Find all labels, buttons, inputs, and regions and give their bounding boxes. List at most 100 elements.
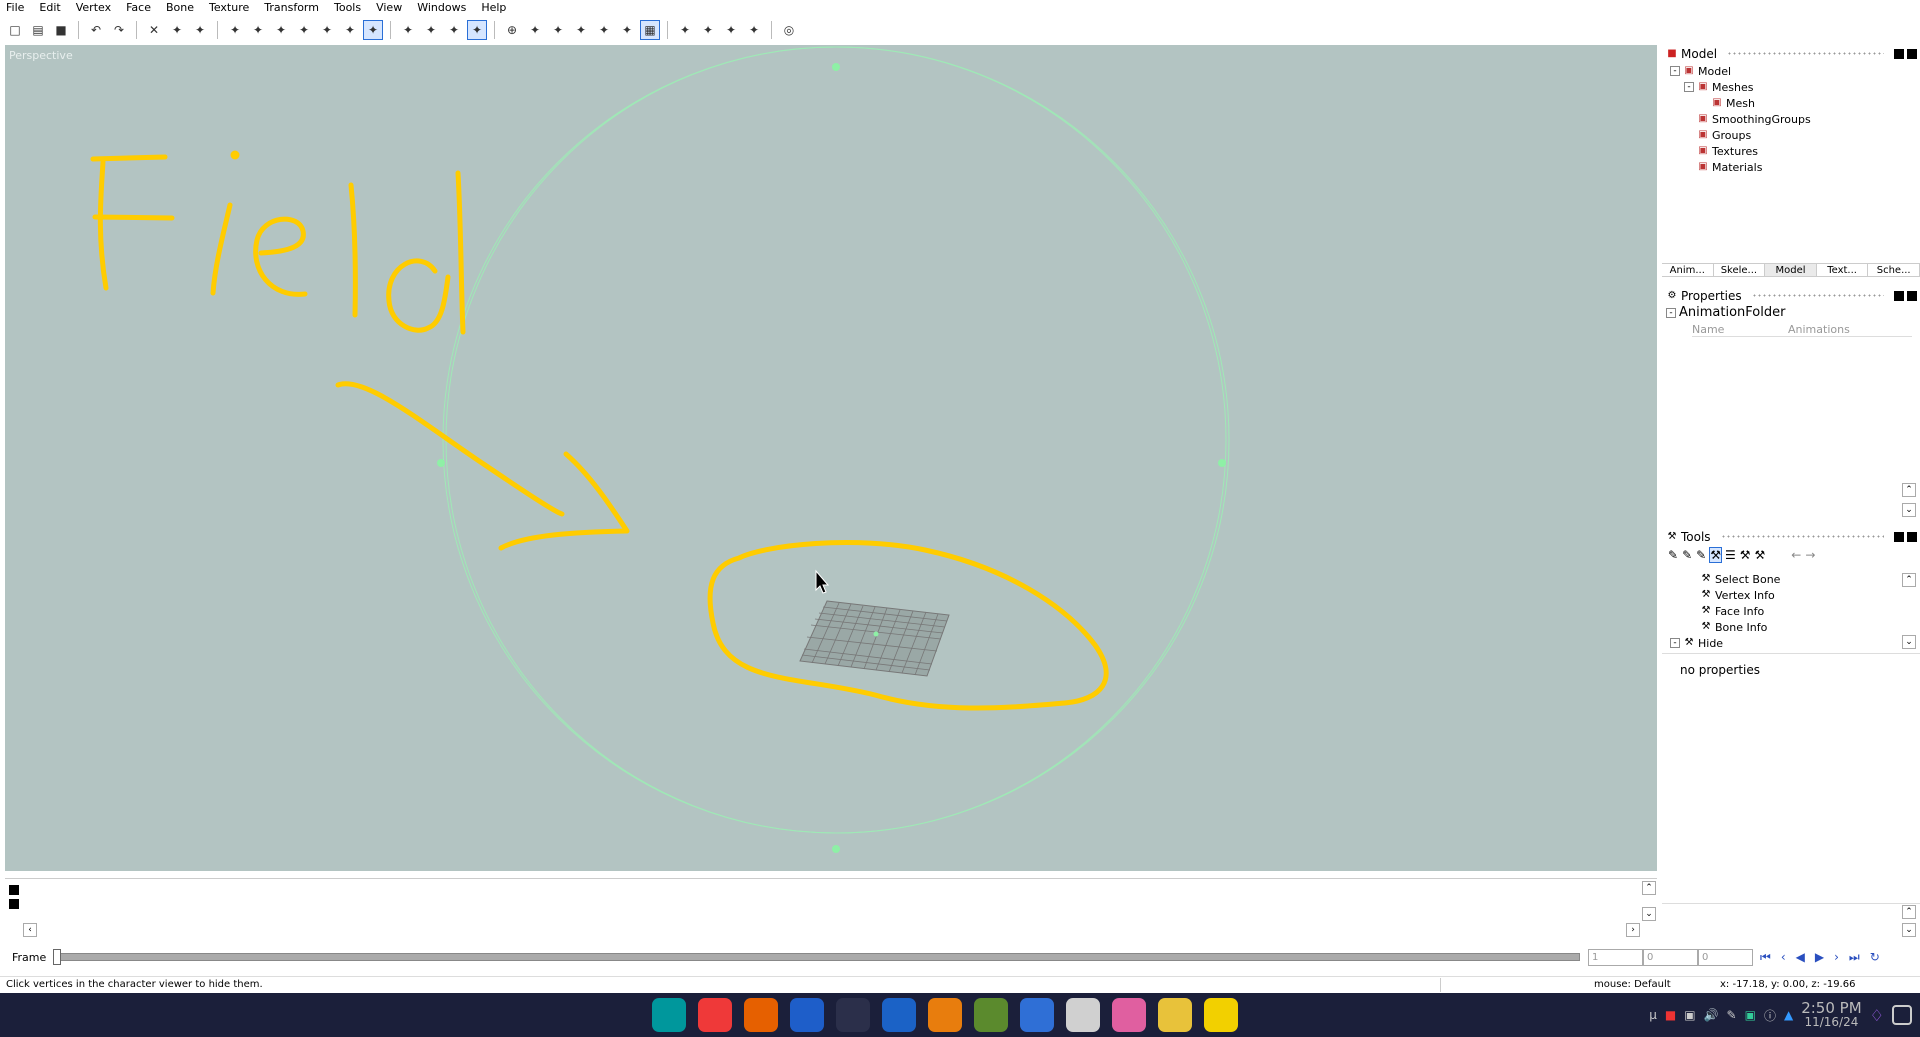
mail-icon[interactable] <box>790 998 824 1032</box>
move-xy-icon[interactable]: ✦ <box>295 21 313 39</box>
normals-icon[interactable]: ✦ <box>549 21 567 39</box>
viewport-canvas[interactable] <box>5 45 1657 871</box>
delete-icon[interactable]: ✕ <box>145 21 163 39</box>
tool-c-icon[interactable]: ✎ <box>1696 548 1706 562</box>
loop-icon[interactable]: ↻ <box>1870 950 1880 965</box>
prev-frame-icon[interactable]: ◀ <box>1796 950 1805 965</box>
tool-e-icon[interactable]: ☰ <box>1725 548 1736 562</box>
frame-slider-thumb[interactable] <box>53 949 61 965</box>
move-xz-icon[interactable]: ✦ <box>341 21 359 39</box>
scroll-down-icon[interactable]: ⌄ <box>1902 503 1916 517</box>
sphere-icon[interactable]: ◎ <box>780 21 798 39</box>
collapse-icon[interactable]: - <box>1666 307 1676 318</box>
tab-sche[interactable]: Sche... <box>1868 264 1920 276</box>
undock-icon[interactable] <box>1894 49 1904 59</box>
tab-skele[interactable]: Skele... <box>1714 264 1766 276</box>
notifications-icon[interactable]: ♢ <box>1870 1006 1884 1025</box>
menu-windows[interactable]: Windows <box>417 1 466 14</box>
arduino-icon[interactable] <box>652 998 686 1032</box>
panel-toggle-icon[interactable] <box>9 899 19 909</box>
menu-help[interactable]: Help <box>481 1 506 14</box>
menu-bone[interactable]: Bone <box>166 1 194 14</box>
scroll-up-icon[interactable]: ⌃ <box>1642 881 1656 895</box>
save-icon[interactable]: ■ <box>52 21 70 39</box>
vertices-icon[interactable]: ✦ <box>572 21 590 39</box>
split-icon[interactable]: ✦ <box>191 21 209 39</box>
duck-icon[interactable] <box>1158 998 1192 1032</box>
minecraft-icon[interactable] <box>974 998 1008 1032</box>
move-z-icon[interactable]: ✦ <box>272 21 290 39</box>
single-view-icon[interactable]: ✦ <box>399 21 417 39</box>
menu-transform[interactable]: Transform <box>264 1 319 14</box>
tool-item[interactable]: ⚒ Vertex Info <box>1662 587 1920 603</box>
volume-icon[interactable]: 🔊 <box>1704 1008 1719 1022</box>
tab-text[interactable]: Text... <box>1817 264 1869 276</box>
panel-toggle-icon[interactable] <box>9 885 19 895</box>
tool-d-icon[interactable]: ⚒ <box>1709 547 1722 563</box>
redo-icon[interactable]: ↷ <box>110 21 128 39</box>
render-icon[interactable]: ✦ <box>526 21 544 39</box>
cube-icon[interactable] <box>1066 998 1100 1032</box>
color-picker-icon[interactable] <box>1112 998 1146 1032</box>
animation-folder-row[interactable]: - AnimationFolder <box>1666 305 1785 320</box>
model-tree-item[interactable]: ▣ Groups <box>1662 127 1920 143</box>
close-icon[interactable] <box>1907 291 1917 301</box>
scroll-down-icon[interactable]: ⌄ <box>1902 635 1916 649</box>
scroll-right-icon[interactable]: › <box>1626 923 1640 937</box>
steam-icon[interactable] <box>882 998 916 1032</box>
model-tree-item[interactable]: ▣ Textures <box>1662 143 1920 159</box>
model-tree-item[interactable]: ▣ Mesh <box>1662 95 1920 111</box>
tool-item[interactable]: - ⚒ Hide <box>1662 635 1920 651</box>
next-key-icon[interactable]: › <box>1834 950 1839 965</box>
model-tree-item[interactable]: - ▣ Meshes <box>1662 79 1920 95</box>
perspective-view-icon[interactable]: ✦ <box>467 20 487 40</box>
forward-arrow-icon[interactable]: → <box>1805 548 1815 562</box>
tool-item[interactable]: ⚒ Bone Info <box>1662 619 1920 635</box>
first-frame-icon[interactable]: ⏮ <box>1760 950 1771 965</box>
tools-panel-title[interactable]: ⚒ Tools <box>1662 530 1920 544</box>
close-icon[interactable] <box>1907 532 1917 542</box>
network-icon[interactable]: ▣ <box>1745 1008 1756 1022</box>
last-frame-icon[interactable]: ⏭ <box>1849 950 1860 965</box>
join-icon[interactable]: ✦ <box>168 21 186 39</box>
tool-a-icon[interactable]: ✎ <box>1668 548 1678 562</box>
close-icon[interactable] <box>1907 49 1917 59</box>
scroll-down-icon[interactable]: ⌄ <box>1902 923 1916 937</box>
blender-icon[interactable] <box>928 998 962 1032</box>
tray-expand-icon[interactable]: ▲ <box>1784 1008 1793 1022</box>
scroll-down-icon[interactable]: ⌄ <box>1642 907 1656 921</box>
show-desktop-icon[interactable] <box>1892 1005 1912 1025</box>
model-panel-title[interactable]: ■ Model <box>1662 47 1920 61</box>
play-icon[interactable]: ▶ <box>1815 950 1824 965</box>
menu-view[interactable]: View <box>376 1 402 14</box>
flatten-icon[interactable]: ✦ <box>699 21 717 39</box>
quad-view-icon[interactable]: ✦ <box>445 21 463 39</box>
dual-view-icon[interactable]: ✦ <box>422 21 440 39</box>
undock-icon[interactable] <box>1894 291 1904 301</box>
scroll-up-icon[interactable]: ⌃ <box>1902 573 1916 587</box>
tab-anim[interactable]: Anim... <box>1662 264 1714 276</box>
frame-spin-3[interactable]: 0 <box>1698 949 1753 966</box>
collapse-icon[interactable]: - <box>1670 638 1680 648</box>
frame-slider[interactable] <box>53 949 1580 965</box>
axes-icon[interactable]: ✦ <box>618 21 636 39</box>
properties-panel-title[interactable]: ⚙ Properties <box>1662 289 1920 303</box>
menu-texture[interactable]: Texture <box>209 1 249 14</box>
menu-edit[interactable]: Edit <box>39 1 60 14</box>
move-y-icon[interactable]: ✦ <box>249 21 267 39</box>
back-arrow-icon[interactable]: ← <box>1791 548 1801 562</box>
firefox-icon[interactable] <box>744 998 778 1032</box>
move-x-icon[interactable]: ✦ <box>226 21 244 39</box>
tray-red-icon[interactable]: ■ <box>1665 1008 1676 1022</box>
scroll-left-icon[interactable]: ‹ <box>23 923 37 937</box>
tool-g-icon[interactable]: ⚒ <box>1754 548 1765 562</box>
snap-icon[interactable]: ✦ <box>722 21 740 39</box>
tab-model[interactable]: Model <box>1765 264 1817 276</box>
tray-u-icon[interactable]: μ <box>1649 1008 1657 1022</box>
tool-item[interactable]: ⚒ Select Bone <box>1662 571 1920 587</box>
clock[interactable]: 2:50 PM 11/16/24 <box>1801 1001 1861 1030</box>
shield-icon[interactable] <box>1020 998 1054 1032</box>
menu-file[interactable]: File <box>6 1 24 14</box>
align-icon[interactable]: ✦ <box>745 21 763 39</box>
help-icon[interactable]: ⓘ <box>1764 1007 1776 1024</box>
